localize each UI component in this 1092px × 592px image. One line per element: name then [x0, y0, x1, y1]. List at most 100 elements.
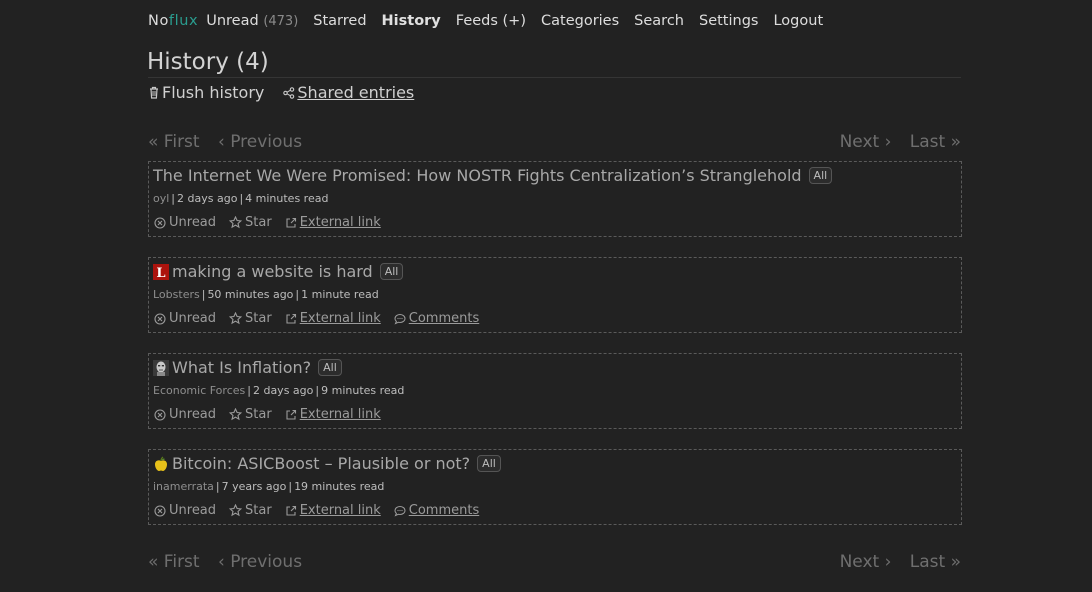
entry-item: What Is Inflation? All Economic Forces | 2… [148, 353, 962, 429]
page-title: History (4) [147, 49, 269, 75]
entry-feed[interactable]: oyl [153, 192, 169, 205]
trash-icon [150, 86, 158, 99]
unread-label: Unread [169, 215, 217, 230]
entry-reading-time: 4 minutes read [245, 192, 329, 205]
entry-meta: Lobsters | 50 minutes ago | 1 minute read [153, 288, 379, 301]
nav-unread-label: Unread [206, 13, 259, 29]
external-link-label: External link [299, 311, 381, 326]
next-page-link[interactable]: Next › [840, 132, 892, 152]
pagination-top: « First ‹ Previous Next › Last » [148, 132, 961, 154]
page-actions: Flush history Shared entries [148, 83, 414, 102]
svg-text:L: L [156, 266, 165, 280]
circle-x-icon [154, 216, 166, 229]
entry-reading-time: 9 minutes read [321, 384, 405, 397]
star-label: Star [245, 215, 272, 230]
flush-history-button[interactable]: Flush history [148, 83, 264, 102]
entry-actions: Unread Star External link [154, 407, 394, 422]
external-link-icon [286, 409, 296, 420]
flush-history-label: Flush history [162, 83, 265, 102]
entry-date: 2 days ago [177, 192, 238, 205]
mark-unread-button[interactable]: Unread [154, 215, 216, 230]
previous-page-link[interactable]: ‹ Previous [218, 552, 302, 572]
mark-unread-button[interactable]: Unread [154, 503, 216, 518]
mark-unread-button[interactable]: Unread [154, 311, 216, 326]
star-icon [229, 408, 243, 421]
comment-icon [394, 505, 406, 516]
star-button[interactable]: Star [229, 503, 272, 518]
entry-item: Bitcoin: ASICBoost – Plausible or not? A… [148, 449, 962, 525]
logo-prefix: No [148, 13, 169, 29]
comments-link[interactable]: Comments [394, 503, 479, 518]
shared-entries-link[interactable]: Shared entries [283, 83, 414, 102]
first-page-link[interactable]: « First [148, 552, 200, 572]
entry-date: 7 years ago [221, 480, 287, 493]
external-link[interactable]: External link [285, 311, 381, 326]
category-badge[interactable]: All [379, 263, 404, 280]
top-nav: Noflux Unread (473) Starred History Feed… [148, 10, 838, 32]
entry-meta: Economic Forces | 2 days ago | 9 minutes rea… [153, 384, 405, 397]
star-button[interactable]: Star [229, 311, 272, 326]
unread-label: Unread [169, 407, 217, 422]
mark-unread-button[interactable]: Unread [154, 407, 216, 422]
comment-icon [394, 313, 406, 324]
nav-search[interactable]: Search [634, 13, 684, 29]
logo-suffix: flux [168, 13, 199, 29]
comments-label: Comments [408, 311, 480, 326]
nav-categories[interactable]: Categories [541, 13, 619, 29]
entry-title[interactable]: The Internet We Were Promised: How NOSTR… [153, 166, 802, 185]
entry-feed[interactable]: Economic Forces [153, 384, 245, 397]
category-badge[interactable]: All [477, 455, 501, 472]
pagination-bottom: « First ‹ Previous Next › Last » [148, 552, 961, 574]
entry-meta: oyl | 2 days ago | 4 minutes read [153, 192, 329, 205]
unread-label: Unread [169, 503, 217, 518]
entry-title[interactable]: What Is Inflation? [172, 358, 311, 377]
unread-count: (473) [263, 14, 299, 29]
entry-feed[interactable]: inamerrata [153, 480, 214, 493]
shared-entries-label: Shared entries [297, 83, 415, 102]
category-badge[interactable]: All [808, 167, 833, 184]
entry-actions: Unread Star External link Comments [154, 503, 492, 518]
entry-reading-time: 1 minute read [301, 288, 379, 301]
entry-title[interactable]: Bitcoin: ASICBoost – Plausible or not? [172, 454, 470, 473]
nav-history[interactable]: History [382, 13, 441, 29]
entry-item: The Internet We Were Promised: How NOSTR… [148, 161, 962, 237]
last-page-link[interactable]: Last » [910, 552, 961, 572]
entry-actions: Unread Star External link Comments [154, 311, 492, 326]
circle-x-icon [154, 312, 166, 325]
last-page-link[interactable]: Last » [910, 132, 961, 152]
external-link[interactable]: External link [285, 503, 381, 518]
nav-settings[interactable]: Settings [699, 13, 758, 29]
nav-logout[interactable]: Logout [773, 13, 823, 29]
comments-link[interactable]: Comments [394, 311, 479, 326]
nav-starred[interactable]: Starred [313, 13, 366, 29]
external-link-label: External link [299, 503, 381, 518]
external-link[interactable]: External link [285, 407, 381, 422]
category-badge[interactable]: All [318, 359, 342, 376]
entry-date: 2 days ago [252, 384, 314, 397]
nav-feeds[interactable]: Feeds (+) [456, 13, 526, 29]
unread-label: Unread [169, 311, 217, 326]
star-label: Star [245, 311, 272, 326]
logo[interactable]: Noflux [148, 13, 198, 29]
circle-x-icon [154, 504, 166, 517]
entry-reading-time: 19 minutes read [294, 480, 385, 493]
comments-label: Comments [408, 503, 480, 518]
external-link[interactable]: External link [285, 215, 381, 230]
star-icon [229, 216, 243, 229]
entry-actions: Unread Star External link [154, 215, 394, 230]
previous-page-link[interactable]: ‹ Previous [218, 132, 302, 152]
star-button[interactable]: Star [229, 215, 272, 230]
nav-unread[interactable]: Unread (473) [206, 13, 298, 29]
first-page-link[interactable]: « First [148, 132, 200, 152]
star-label: Star [245, 503, 272, 518]
star-icon [229, 504, 243, 517]
lobsters-favicon-icon: L [153, 263, 169, 280]
entry-feed[interactable]: Lobsters [153, 288, 200, 301]
entry-title[interactable]: making a website is hard [172, 262, 373, 281]
external-link-icon [286, 505, 296, 516]
app: Noflux Unread (473) Starred History Feed… [0, 0, 1092, 592]
star-label: Star [245, 407, 272, 422]
star-button[interactable]: Star [229, 407, 272, 422]
next-page-link[interactable]: Next › [840, 552, 892, 572]
external-link-label: External link [299, 215, 381, 230]
